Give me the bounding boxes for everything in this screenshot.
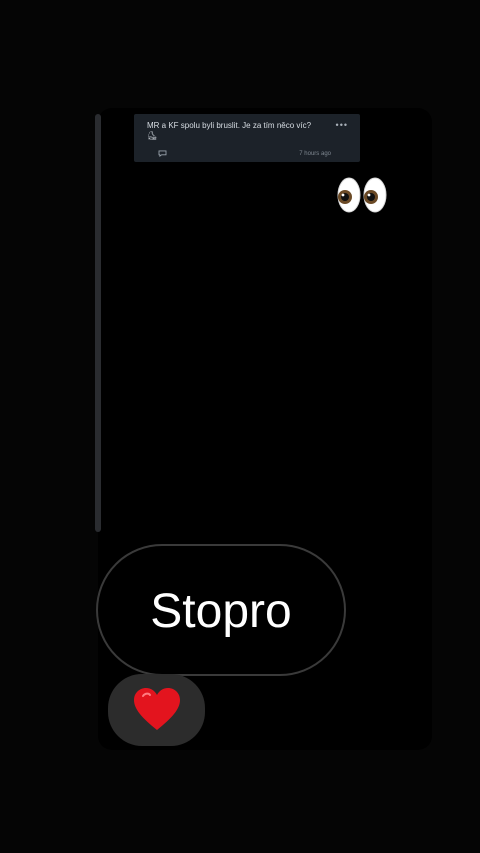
heart-icon — [134, 688, 180, 730]
post-card[interactable]: MR a KF spolu byli bruslit. Je za tím ně… — [134, 114, 360, 162]
more-options-icon[interactable]: ••• — [336, 120, 348, 130]
post-timestamp: 7 hours ago — [299, 151, 331, 157]
eyes-emoji-icon — [337, 177, 387, 213]
scrollbar[interactable] — [95, 114, 101, 532]
comment-icon[interactable] — [158, 150, 167, 157]
heart-reaction-button[interactable] — [108, 674, 205, 746]
reply-bubble: Stopro — [96, 544, 346, 676]
reply-text: Stopro — [150, 585, 292, 638]
post-text: MR a KF spolu byli bruslit. Je za tím ně… — [147, 121, 312, 140]
